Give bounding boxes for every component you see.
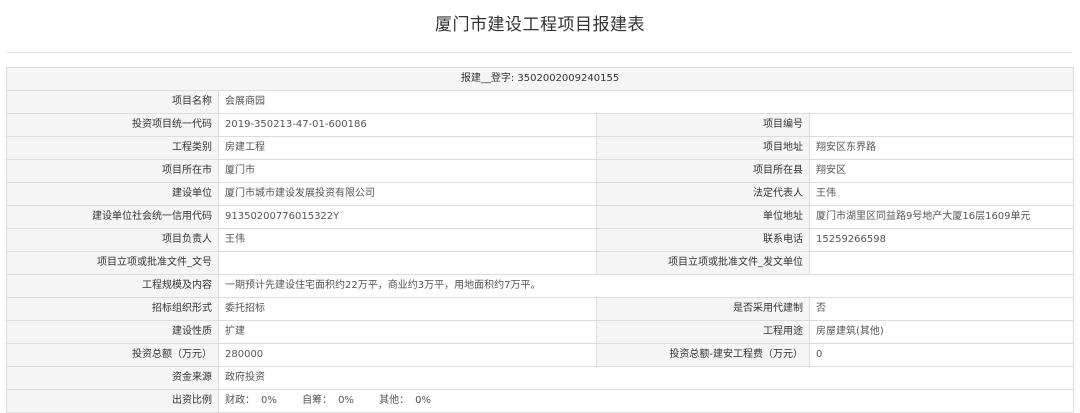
construction-fee-value: 0: [808, 343, 1075, 367]
field-label: 项目编号: [596, 113, 810, 137]
ratio-label: 自筹：: [302, 395, 333, 406]
table-row: 项目负责人 王伟 联系电话 15259266598: [6, 228, 1075, 252]
ratio-value: 0%: [261, 395, 277, 406]
city-value: 厦门市: [218, 159, 597, 183]
funding-ratio-value: 财政： 0% 自筹： 0% 其他： 0%: [217, 389, 1075, 413]
unit-address-value: 厦门市湖里区同益路9号地产大厦16层1609单元: [808, 205, 1075, 229]
scale-content-value: 一期预计先建设住宅面积约22万平，商业约3万平，用地面积约7万平。: [217, 274, 1075, 298]
table-row: 建设单位 厦门市城市建设发展投资有限公司 法定代表人 王伟: [6, 182, 1075, 206]
page-title: 厦门市建设工程项目报建表: [435, 15, 645, 35]
table-row: 投资总额（万元） 280000 投资总额-建安工程费（万元） 0: [6, 343, 1075, 367]
field-label: 投资总额（万元）: [6, 343, 219, 367]
field-label: 工程规模及内容: [6, 274, 219, 298]
table-row: 招标组织形式 委托招标 是否采用代建制 否: [6, 297, 1075, 321]
field-label: 项目立项或批准文件_发文单位: [596, 251, 810, 275]
table-row: 投资项目统一代码 2019-350213-47-01-600186 项目编号: [6, 113, 1075, 137]
table-row: 建设性质 扩建 工程用途 房屋建筑(其他): [6, 320, 1075, 344]
field-label: 项目地址: [596, 136, 810, 160]
approval-doc-unit-value: [808, 251, 1075, 275]
fund-source-value: 政府投资: [217, 366, 1075, 390]
table-row: 项目立项或批准文件_文号 项目立项或批准文件_发文单位: [6, 251, 1075, 275]
table-row: 工程类别 房建工程 项目地址 翔安区东界路: [6, 136, 1075, 160]
total-investment-value: 280000: [218, 343, 597, 367]
field-label: 建设单位: [6, 182, 219, 206]
ratio-other: 其他： 0%: [379, 395, 431, 406]
project-leader-value: 王伟: [218, 228, 597, 252]
field-label: 是否采用代建制: [596, 297, 810, 321]
field-label: 项目名称: [6, 90, 219, 114]
credit-code-value: 91350200776015322Y: [218, 205, 597, 229]
table-row: 工程规模及内容 一期预计先建设住宅面积约22万平，商业约3万平，用地面积约7万平…: [6, 274, 1075, 298]
field-label: 项目所在县: [596, 159, 810, 183]
field-label: 建设单位社会统一信用代码: [6, 205, 219, 229]
field-label: 工程用途: [596, 320, 810, 344]
field-label: 招标组织形式: [6, 297, 219, 321]
field-label: 资金来源: [6, 366, 219, 390]
ratio-value: 0%: [338, 395, 354, 406]
project-type-value: 房建工程: [218, 136, 597, 160]
approval-doc-no-value: [218, 251, 597, 275]
field-label: 法定代表人: [596, 182, 810, 206]
field-label: 联系电话: [596, 228, 810, 252]
builder-value: 厦门市城市建设发展投资有限公司: [218, 182, 597, 206]
field-label: 工程类别: [6, 136, 219, 160]
agent-system-value: 否: [808, 297, 1075, 321]
project-use-value: 房屋建筑(其他): [808, 320, 1075, 344]
field-label: 投资项目统一代码: [6, 113, 219, 137]
table-row: 项目所在市 厦门市 项目所在县 翔安区: [6, 159, 1075, 183]
field-label: 投资总额-建安工程费（万元）: [596, 343, 810, 367]
field-label: 建设性质: [6, 320, 219, 344]
phone-value: 15259266598: [808, 228, 1075, 252]
field-label: 单位地址: [596, 205, 810, 229]
build-nature-value: 扩建: [218, 320, 597, 344]
table-row: 资金来源 政府投资: [6, 366, 1075, 390]
ratio-self-raised: 自筹： 0%: [302, 395, 354, 406]
project-number-value: [808, 113, 1075, 137]
project-name-value: 会展商园: [217, 90, 1075, 114]
ratio-label: 财政：: [225, 395, 255, 406]
title-divider: [6, 52, 1072, 53]
field-label: 项目所在市: [6, 159, 219, 183]
field-label: 出资比例: [6, 389, 219, 413]
unified-code-value: 2019-350213-47-01-600186: [218, 113, 597, 137]
registration-number: 报建__登字: 3502002009240155: [5, 67, 1075, 91]
table-row: 建设单位社会统一信用代码 91350200776015322Y 单位地址 厦门市…: [6, 205, 1075, 229]
ratio-fiscal: 财政： 0%: [225, 395, 277, 406]
legal-rep-value: 王伟: [808, 182, 1075, 206]
project-registration-table: 报建__登字: 3502002009240155 项目名称 会展商园 投资项目统…: [5, 67, 1075, 413]
table-row: 项目名称 会展商园: [6, 90, 1075, 114]
field-label: 项目负责人: [6, 228, 219, 252]
ratio-value: 0%: [415, 395, 431, 406]
tender-form-value: 委托招标: [218, 297, 597, 321]
table-row: 报建__登字: 3502002009240155: [5, 67, 1075, 91]
project-address-value: 翔安区东界路: [808, 136, 1075, 160]
field-label: 项目立项或批准文件_文号: [6, 251, 219, 275]
table-row: 出资比例 财政： 0% 自筹： 0% 其他： 0%: [6, 389, 1075, 413]
county-value: 翔安区: [808, 159, 1075, 183]
ratio-label: 其他：: [379, 395, 410, 406]
